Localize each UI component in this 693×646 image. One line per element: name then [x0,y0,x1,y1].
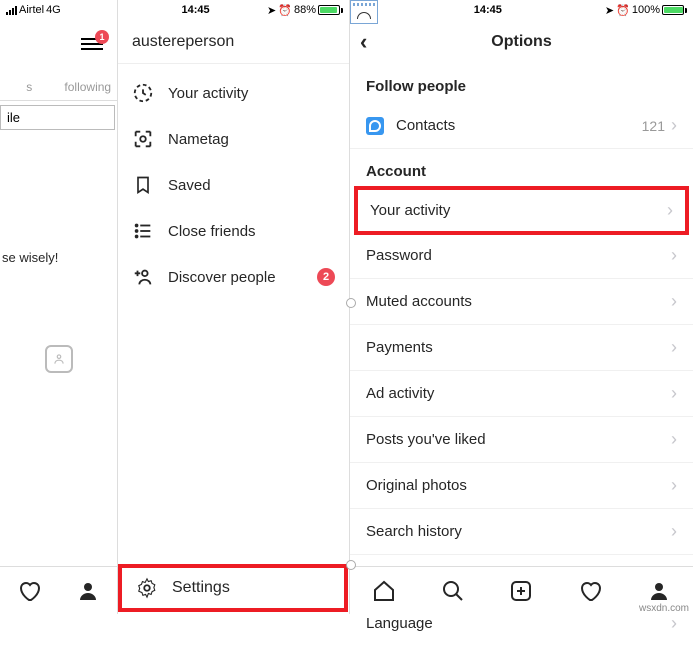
home-icon[interactable] [372,579,396,603]
network-label: 4G [46,4,61,16]
battery-icon [318,5,343,15]
chevron-right-icon: › [671,613,677,634]
chevron-right-icon: › [671,291,677,312]
profile-tabs: s following [0,74,117,101]
signal-icon [6,6,17,15]
row-muted-accounts[interactable]: Muted accounts › [350,279,693,325]
row-payments[interactable]: Payments › [350,325,693,371]
menu-label: Your activity [168,85,248,102]
row-original-photos[interactable]: Original photos › [350,463,693,509]
chevron-right-icon: › [671,337,677,358]
bio-text: se wisely! [0,250,117,265]
bottom-nav [0,566,117,614]
menu-nametag[interactable]: Nametag [118,116,349,162]
settings-gear-icon [136,577,158,599]
discover-people-icon [132,266,154,288]
partial-input[interactable]: ile [0,105,115,130]
tab-left[interactable]: s [0,74,59,101]
row-your-activity[interactable]: Your activity › [354,186,689,235]
menu-close-friends[interactable]: Close friends [118,208,349,254]
section-account: Account [350,149,693,188]
watermark: wsxdn.com [639,603,689,614]
row-label: Contacts [396,117,642,134]
chevron-right-icon: › [671,245,677,266]
menu-label: Saved [168,177,211,194]
chevron-right-icon: › [671,521,677,542]
row-label: Language [366,615,671,632]
menu-label: Discover people [168,269,276,286]
carrier-label: Airtel [19,4,44,16]
username-header: austereperson [118,20,349,64]
status-bar: 4G 14:45 ➤ ⏰ 100% [350,0,693,20]
chevron-right-icon: › [667,200,673,221]
contacts-count: 121 [642,118,665,134]
row-contacts[interactable]: Contacts 121 › [350,103,693,149]
divider-handle [346,560,356,570]
row-label: Your activity [370,202,667,219]
hamburger-menu-button[interactable]: 1 [81,35,103,49]
alarm-icon: ⏰ [278,4,292,17]
row-label: Muted accounts [366,293,671,310]
options-header: ‹ Options [350,20,693,64]
add-post-icon[interactable] [509,579,533,603]
activity-icon [132,82,154,104]
battery-pct: 100% [632,4,660,16]
chevron-right-icon: › [671,383,677,404]
row-label: Posts you've liked [366,431,671,448]
section-follow-people: Follow people [350,64,693,103]
chevron-right-icon: › [671,115,677,136]
nav-arrow-icon: ➤ [605,4,614,17]
chevron-right-icon: › [671,475,677,496]
back-chevron-icon[interactable]: ‹ [360,29,367,55]
row-posts-liked[interactable]: Posts you've liked › [350,417,693,463]
settings-label: Settings [172,579,230,597]
nav-arrow-icon: ➤ [267,4,276,17]
clock: 14:45 [124,4,267,16]
row-ad-activity[interactable]: Ad activity › [350,371,693,417]
battery-pct: 88% [294,4,316,16]
heart-icon[interactable] [17,579,41,603]
row-label: Original photos [366,477,671,494]
profile-icon[interactable] [647,579,671,603]
bookmark-icon [132,174,154,196]
menu-saved[interactable]: Saved [118,162,349,208]
alarm-icon: ⏰ [616,4,630,17]
menu-label: Nametag [168,131,229,148]
menu-label: Close friends [168,223,256,240]
battery-icon [662,5,687,15]
status-bar: 14:45 ➤ ⏰ 88% [118,0,349,20]
discover-badge: 2 [317,268,335,286]
chevron-right-icon: › [671,429,677,450]
row-label: Ad activity [366,385,671,402]
menu-settings[interactable]: Settings [118,564,348,612]
contacts-icon [366,117,384,135]
close-friends-icon [132,220,154,242]
divider-handle [346,298,356,308]
status-bar: Airtel 4G [0,0,117,20]
row-label: Password [366,247,671,264]
menu-discover-people[interactable]: Discover people 2 [118,254,349,300]
tagged-photos-icon[interactable] [45,345,73,373]
overlay-app-badge [350,0,378,24]
nametag-icon [132,128,154,150]
menu-your-activity[interactable]: Your activity [118,70,349,116]
tab-following[interactable]: following [59,74,118,101]
heart-icon[interactable] [578,579,602,603]
row-label: Payments [366,339,671,356]
search-icon[interactable] [441,579,465,603]
row-label: Search history [366,523,671,540]
row-search-history[interactable]: Search history › [350,509,693,555]
profile-icon[interactable] [76,579,100,603]
page-title: Options [491,33,551,51]
row-password[interactable]: Password › [350,233,693,279]
notification-badge: 1 [95,30,109,44]
clock: 14:45 [474,4,502,16]
